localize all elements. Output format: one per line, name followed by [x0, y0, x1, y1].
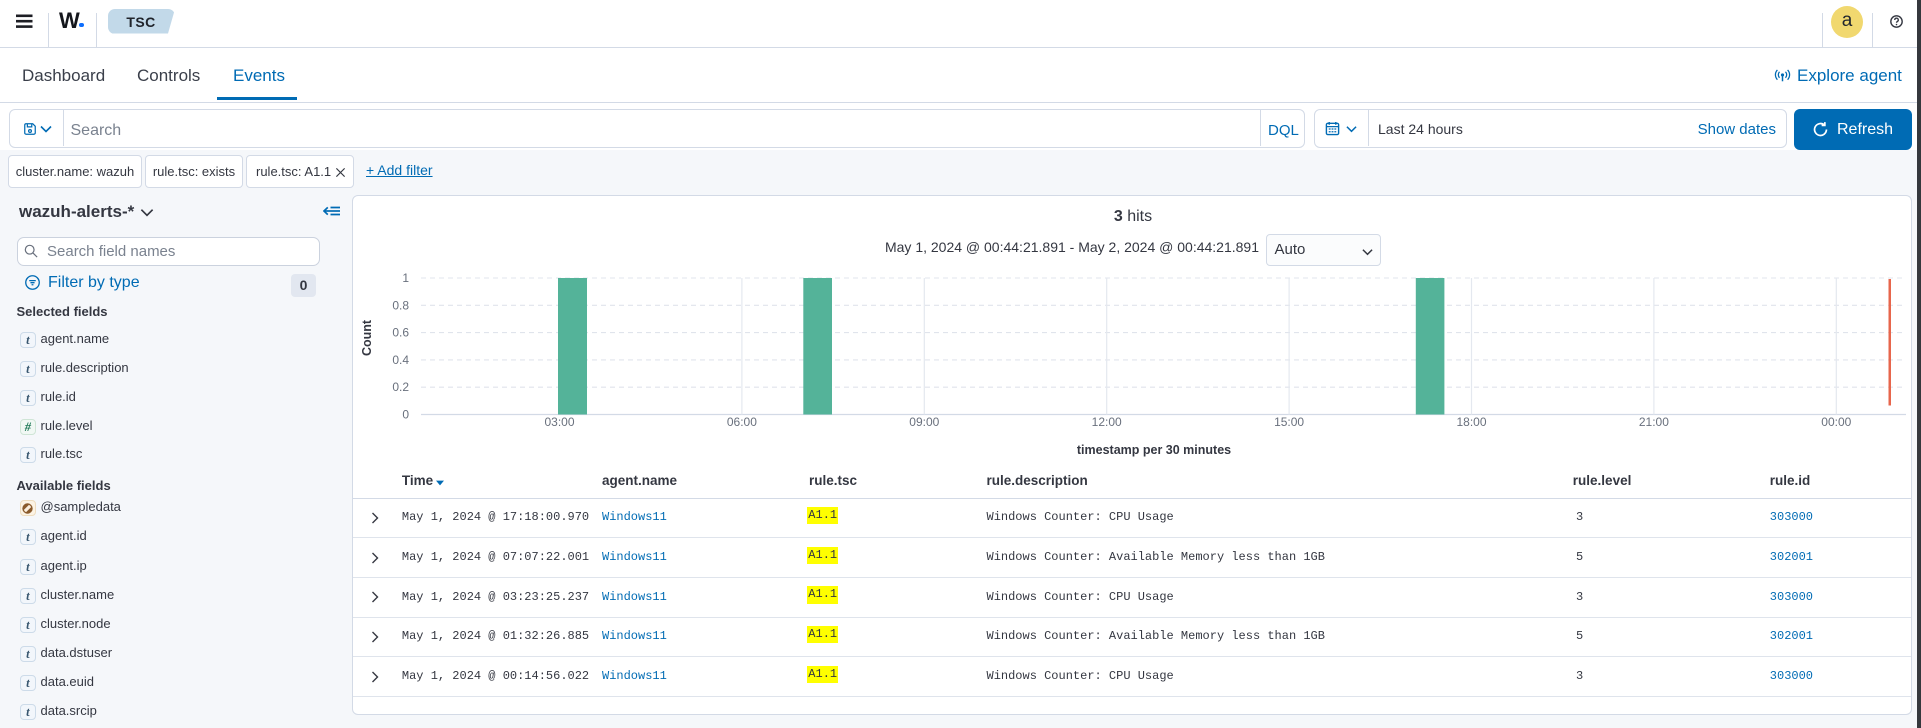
svg-text:18:00: 18:00	[1456, 415, 1486, 429]
svg-text:0.6: 0.6	[392, 326, 409, 340]
svg-text:0.8: 0.8	[392, 298, 409, 312]
svg-text:0.2: 0.2	[392, 380, 409, 394]
svg-text:00:00: 00:00	[1821, 415, 1851, 429]
svg-text:1: 1	[402, 271, 409, 285]
svg-text:0: 0	[402, 408, 409, 422]
svg-text:15:00: 15:00	[1274, 415, 1304, 429]
svg-text:Count: Count	[360, 319, 374, 356]
svg-text:03:00: 03:00	[544, 415, 574, 429]
svg-text:06:00: 06:00	[727, 415, 757, 429]
svg-text:09:00: 09:00	[909, 415, 939, 429]
svg-text:21:00: 21:00	[1639, 415, 1669, 429]
svg-text:0.4: 0.4	[392, 353, 409, 367]
svg-text:timestamp per 30 minutes: timestamp per 30 minutes	[1077, 443, 1231, 457]
svg-text:12:00: 12:00	[1092, 415, 1122, 429]
